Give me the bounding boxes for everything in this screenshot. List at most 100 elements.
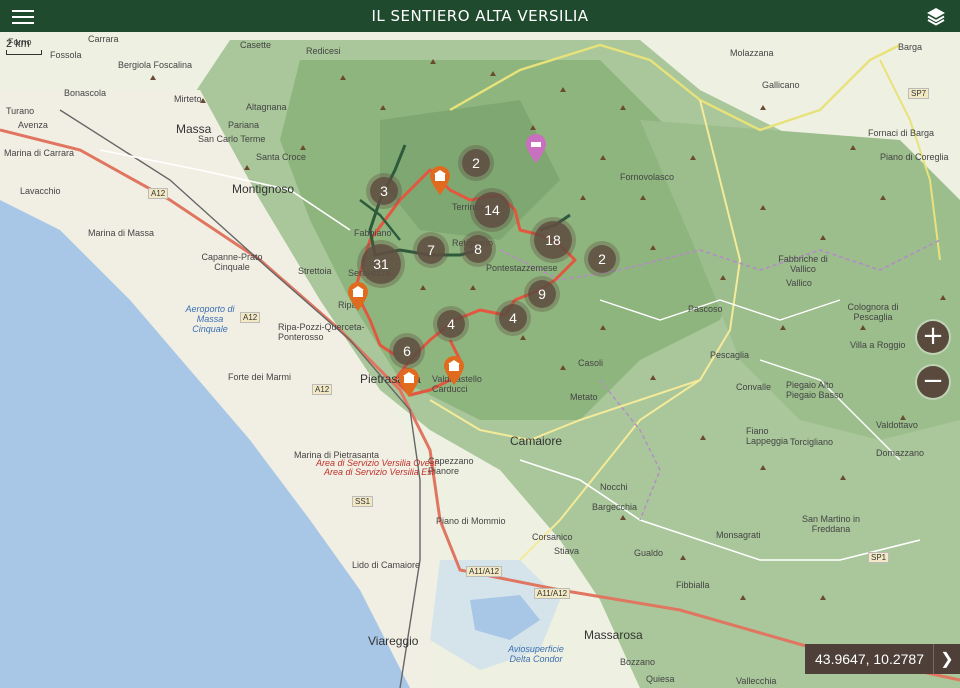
place-label: Colognora di Pescaglia — [847, 302, 899, 322]
map-canvas — [0, 32, 960, 688]
cluster-marker[interactable]: 9 — [528, 280, 556, 308]
museum-pin-icon[interactable] — [443, 356, 465, 386]
road-label: A12 — [240, 312, 261, 323]
place-label: Marina di Massa — [88, 228, 155, 238]
road-label: A12 — [148, 188, 169, 199]
road-label: A12 — [312, 384, 333, 395]
place-label: Piegaio Alto — [786, 380, 834, 390]
place-label: Altagnana — [246, 102, 287, 112]
place-label: Massarosa — [584, 628, 643, 642]
cluster-marker[interactable]: 8 — [464, 235, 492, 263]
place-label: Avenza — [18, 120, 48, 130]
place-label: Mirteto — [174, 94, 202, 104]
chevron-right-icon[interactable]: ❯ — [933, 644, 960, 674]
place-label: Fibbialla — [676, 580, 710, 590]
cluster-marker[interactable]: 4 — [499, 304, 527, 332]
place-label: Corsanico — [532, 532, 573, 542]
coordinates-readout: 43.9647, 10.2787 — [805, 644, 934, 674]
place-label: Domazzano — [876, 448, 925, 458]
place-label: Fiano — [746, 426, 769, 436]
place-label: Aviosuperficie Delta Condor — [508, 644, 564, 664]
place-label: Molazzana — [730, 48, 774, 58]
place-label: Viareggio — [368, 634, 419, 648]
scale-bar: 2 km — [6, 38, 42, 55]
place-label: Pontestazzemese — [486, 263, 558, 273]
place-label: Marina di Carrara — [4, 148, 75, 158]
museum-pin-icon[interactable] — [347, 282, 369, 312]
place-label: Pescaglia — [710, 350, 750, 360]
place-label: Bozzano — [620, 657, 656, 667]
place-label: San Martino in Freddana — [801, 514, 861, 534]
place-label: Piano di Coreglia — [880, 152, 949, 162]
map-view[interactable]: Carrara Fossola Bergiola Foscalina Bonas… — [0, 32, 960, 688]
road-label: A11/A12 — [534, 588, 571, 599]
place-label: Torcigliano — [790, 437, 834, 447]
app-header: IL SENTIERO ALTA VERSILIA — [0, 0, 960, 32]
place-label: Redicesi — [306, 46, 341, 56]
place-label: Capanne-Prato Cinquale — [201, 252, 263, 272]
place-label: Casoli — [578, 358, 604, 368]
place-label: Villa a Roggio — [850, 340, 906, 350]
cluster-marker[interactable]: 14 — [474, 192, 510, 228]
place-label: Quiesa — [646, 674, 675, 684]
place-label: Convalle — [736, 382, 772, 392]
place-label: Ripa-Pozzi-Querceta-Ponterosso — [278, 322, 365, 342]
place-label: Bonascola — [64, 88, 107, 98]
place-label: Strettoia — [298, 266, 332, 276]
road-label: A11/A12 — [466, 566, 503, 577]
place-label: Casette — [240, 40, 272, 50]
scale-line — [6, 50, 42, 55]
place-label: Vallecchia — [736, 676, 777, 686]
cluster-marker[interactable]: 31 — [361, 244, 401, 284]
menu-icon[interactable] — [12, 6, 34, 26]
place-label: Piegaio Basso — [786, 390, 844, 400]
place-label: Gallicano — [762, 80, 800, 90]
place-label: Turano — [6, 106, 35, 116]
place-label: Bergiola Foscalina — [118, 60, 193, 70]
museum-pin-icon[interactable] — [429, 166, 451, 196]
road-label: SP1 — [868, 552, 890, 563]
place-label: Vallico — [786, 278, 812, 288]
zoom-in-button[interactable]: + — [917, 321, 949, 353]
cluster-marker[interactable]: 6 — [393, 337, 421, 365]
layers-icon[interactable] — [926, 6, 946, 26]
museum-pin-icon[interactable] — [398, 368, 420, 398]
cluster-marker[interactable]: 2 — [588, 245, 616, 273]
place-label: Fossola — [50, 50, 82, 60]
cluster-marker[interactable]: 4 — [437, 310, 465, 338]
place-label: Lido di Camaiore — [352, 560, 421, 570]
place-label: Forte dei Marmi — [228, 372, 292, 382]
cluster-marker[interactable]: 3 — [370, 177, 398, 205]
place-label: Gualdo — [634, 548, 664, 558]
lodging-pin-icon[interactable] — [525, 134, 547, 164]
page-title: IL SENTIERO ALTA VERSILIA — [371, 7, 589, 25]
place-label: Nocchi — [600, 482, 628, 492]
place-label: Fabbriche di Vallico — [778, 254, 828, 274]
cluster-marker[interactable]: 2 — [462, 149, 490, 177]
place-label: Lappeggia — [746, 436, 789, 446]
cluster-marker[interactable]: 7 — [417, 236, 445, 264]
place-label: Montignoso — [232, 182, 295, 196]
place-label: Fabbiano — [354, 228, 392, 238]
place-label: Metato — [570, 392, 598, 402]
place-label: Carrara — [88, 34, 119, 44]
place-label: Fornaci di Barga — [868, 128, 935, 138]
place-label: Monsagrati — [716, 530, 761, 540]
place-label: Pascoso — [688, 304, 723, 314]
place-label: San Carlo Terme — [198, 134, 266, 144]
place-label: Fornovolasco — [620, 172, 675, 182]
place-label: Lavacchio — [20, 186, 61, 196]
place-label: Stiava — [554, 546, 580, 556]
scale-label: 2 km — [6, 38, 30, 50]
road-label: SP7 — [908, 88, 930, 99]
place-label: Valdottavo — [876, 420, 918, 430]
place-label: Area di Servizio Versilia Est — [324, 467, 435, 477]
place-label: Camaiore — [510, 434, 563, 448]
place-label: Barga — [898, 42, 923, 52]
place-label: Pariana — [228, 120, 260, 130]
place-label: Piano di Mommio — [436, 516, 506, 526]
place-label: Santa Croce — [256, 152, 307, 162]
zoom-out-button[interactable]: − — [917, 366, 949, 398]
road-label: SS1 — [352, 496, 374, 507]
cluster-marker[interactable]: 18 — [534, 221, 572, 259]
